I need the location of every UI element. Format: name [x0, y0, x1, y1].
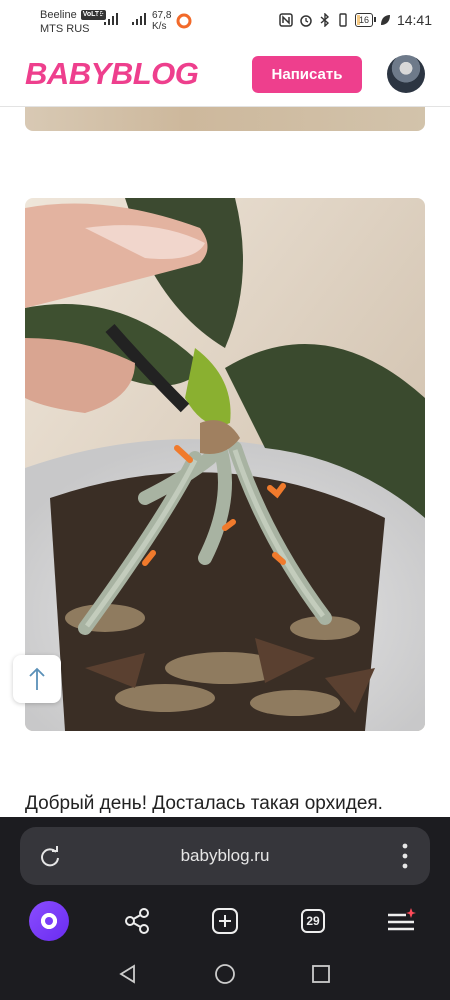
new-tab-button[interactable] [205, 901, 245, 941]
network-speed: 67,8 K/s [152, 10, 172, 32]
status-bar: Beeline VoLTE MTS RUS 4G 67,8 K/s 16 14:41 [0, 0, 450, 46]
post-text: Добрый день! Досталась такая орхидея. [25, 793, 383, 814]
nfc-icon [279, 13, 293, 27]
url-text[interactable]: babyblog.ru [20, 846, 430, 866]
alice-assistant-button[interactable] [29, 901, 69, 941]
share-button[interactable] [117, 901, 157, 941]
avatar[interactable] [387, 55, 425, 93]
previous-post-photo [25, 107, 425, 131]
new-tab-icon [212, 908, 238, 934]
status-icons: 16 14:41 [279, 12, 432, 28]
power-saving-icon [380, 15, 390, 25]
recents-nav-button[interactable] [308, 961, 334, 987]
menu-icon [388, 908, 416, 931]
home-nav-button[interactable] [212, 961, 238, 987]
alarm-icon [300, 15, 312, 27]
carrier-2: MTS RUS [40, 23, 90, 35]
orchid-photo-image [25, 198, 425, 731]
signal-icon [104, 13, 120, 25]
carrier-info: Beeline VoLTE MTS RUS [40, 8, 106, 36]
site-header: BABYBLOG Написать [0, 46, 450, 107]
vibrate-icon [339, 13, 347, 27]
browser-toolbar: 29 [0, 901, 450, 943]
carrier-1: Beeline [40, 9, 77, 21]
system-nav-bar [0, 947, 450, 1000]
back-nav-icon [119, 964, 135, 984]
address-bar[interactable]: babyblog.ru [20, 827, 430, 885]
signal-2-icon [132, 13, 148, 25]
post-photo[interactable] [25, 198, 425, 731]
menu-button[interactable] [381, 901, 421, 941]
tabs-button[interactable]: 29 [293, 901, 333, 941]
tabs-icon: 29 [301, 909, 325, 933]
battery-icon: 16 [354, 13, 376, 27]
scroll-top-button[interactable] [13, 655, 61, 703]
share-icon [125, 908, 149, 934]
clock: 14:41 [396, 12, 432, 28]
up-arrow-icon [29, 667, 45, 690]
write-button[interactable]: Написать [252, 56, 362, 93]
browser-bottom-bar: babyblog.ru 29 [0, 817, 450, 947]
bluetooth-icon [320, 13, 329, 27]
site-logo[interactable]: BABYBLOG [25, 55, 199, 93]
recents-nav-icon [312, 965, 330, 983]
app-notification-icon [176, 13, 192, 29]
back-nav-button[interactable] [115, 961, 141, 987]
alice-icon [41, 913, 57, 929]
home-nav-icon [215, 964, 235, 984]
more-vert-icon[interactable] [402, 843, 408, 869]
